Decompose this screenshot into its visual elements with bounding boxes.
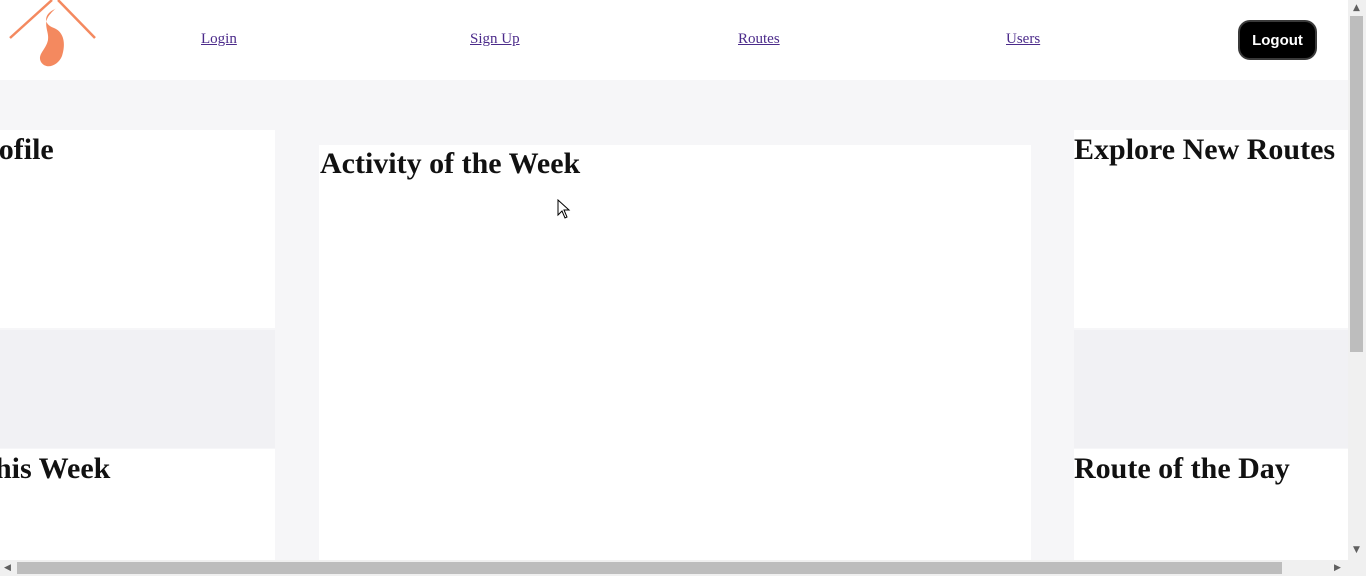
- nav-login-link[interactable]: Login: [201, 31, 237, 48]
- page: { "nav": { "links": ["Login", "Sign Up",…: [0, 0, 1366, 576]
- route-of-the-day-title: Route of the Day: [1074, 452, 1290, 485]
- top-navigation-bar: Login Sign Up Routes Users Logout: [0, 0, 1348, 80]
- logout-button[interactable]: Logout: [1238, 20, 1317, 60]
- scrollbar-corner: [1348, 560, 1366, 576]
- app-logo-icon[interactable]: [8, 0, 98, 70]
- explore-new-routes-card: Explore New Routes: [1074, 130, 1348, 328]
- nav-users-link[interactable]: Users: [1006, 31, 1040, 48]
- route-of-the-day-card: Route of the Day: [1074, 449, 1348, 560]
- explore-card-title: Explore New Routes: [1074, 133, 1336, 166]
- profile-card: rofile: [0, 130, 275, 328]
- horizontal-scrollbar[interactable]: ◀ ▶: [0, 560, 1348, 576]
- nav-signup-link[interactable]: Sign Up: [470, 31, 520, 48]
- scroll-down-arrow-icon[interactable]: ▼: [1353, 545, 1360, 555]
- activity-of-the-week-card: Activity of the Week: [319, 145, 1031, 560]
- scroll-up-arrow-icon[interactable]: ▲: [1353, 3, 1360, 13]
- this-week-card: his Week: [0, 449, 275, 560]
- vertical-scrollbar-thumb[interactable]: [1350, 16, 1363, 352]
- background-decoration: [1074, 330, 1348, 448]
- mouse-pointer-icon: [557, 198, 571, 224]
- activity-card-title: Activity of the Week: [320, 147, 581, 180]
- scroll-right-arrow-icon[interactable]: ▶: [1334, 563, 1341, 573]
- vertical-scrollbar[interactable]: ▲ ▼: [1348, 0, 1366, 560]
- horizontal-scrollbar-thumb[interactable]: [17, 562, 1282, 574]
- scroll-left-arrow-icon[interactable]: ◀: [4, 563, 11, 573]
- this-week-card-title: his Week: [0, 452, 111, 485]
- background-decoration: [0, 330, 275, 448]
- profile-card-title: rofile: [0, 133, 54, 166]
- nav-routes-link[interactable]: Routes: [738, 31, 780, 48]
